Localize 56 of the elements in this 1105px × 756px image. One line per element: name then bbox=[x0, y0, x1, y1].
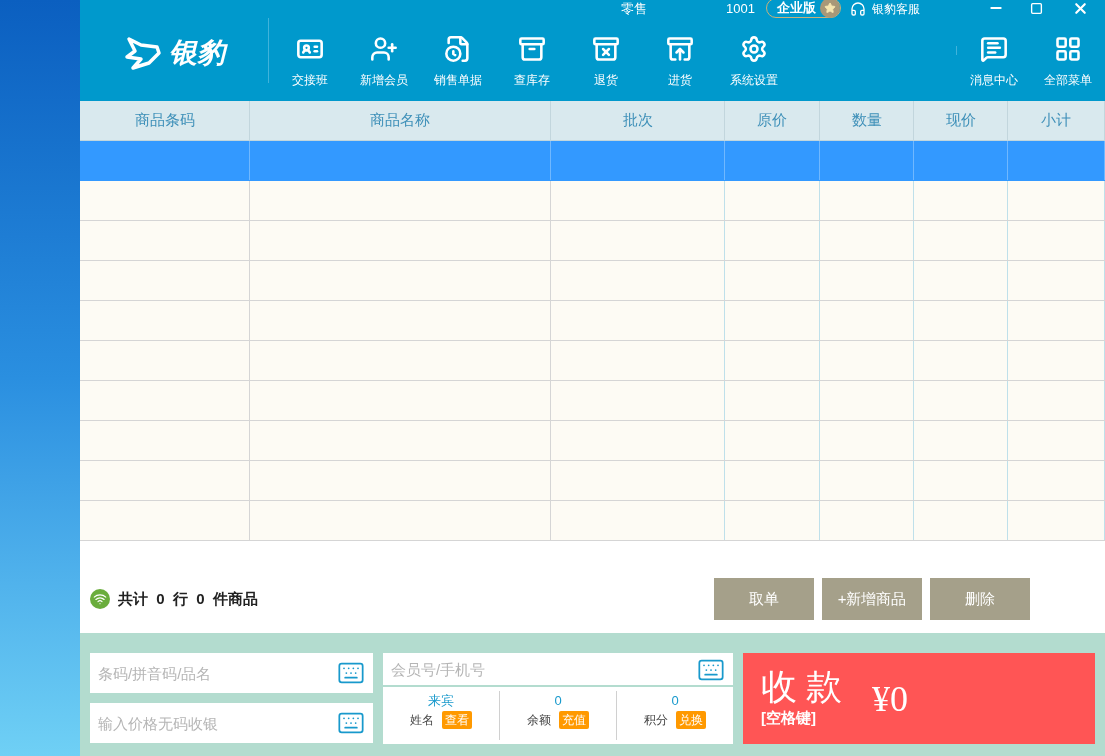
action-button[interactable]: +新增商品 bbox=[822, 578, 923, 620]
member-stat-label: 姓名 bbox=[410, 711, 434, 729]
table-row[interactable] bbox=[80, 141, 1105, 181]
table-row[interactable] bbox=[80, 341, 1105, 381]
document-clock-icon bbox=[444, 35, 472, 63]
column-header: 原价 bbox=[725, 101, 820, 140]
leopard-logo-icon bbox=[123, 34, 163, 71]
column-header: 批次 bbox=[551, 101, 725, 140]
item-count-summary: 共计 0 行 0 件商品 bbox=[118, 588, 259, 609]
column-header: 现价 bbox=[914, 101, 1008, 140]
member-stat-value: 0 bbox=[554, 692, 562, 710]
toolbar-button[interactable]: 销售单据 bbox=[421, 0, 495, 101]
add-user-icon bbox=[370, 35, 398, 63]
headset-icon[interactable] bbox=[850, 1, 866, 17]
member-stat-label: 余额 bbox=[527, 711, 551, 729]
toolbar-button[interactable]: 新增会员 bbox=[347, 0, 421, 101]
table-row[interactable] bbox=[80, 221, 1105, 261]
message-icon bbox=[980, 35, 1008, 63]
input-field[interactable]: 输入价格无码收银 bbox=[90, 703, 373, 743]
wifi-icon bbox=[90, 589, 110, 609]
mode-label: 零售 bbox=[621, 0, 647, 19]
member-action-button[interactable]: 查看 bbox=[442, 710, 472, 729]
toolbar-button[interactable]: 交接班 bbox=[273, 0, 347, 101]
column-header: 小计 bbox=[1008, 101, 1105, 140]
action-button[interactable]: 删除 bbox=[930, 578, 1031, 620]
table-row[interactable] bbox=[80, 421, 1105, 461]
column-header: 商品名称 bbox=[250, 101, 551, 140]
table-row[interactable] bbox=[80, 381, 1105, 421]
column-header: 商品条码 bbox=[80, 101, 250, 140]
grid-menu-icon bbox=[1054, 35, 1082, 63]
input-field[interactable]: 条码/拼音码/品名 bbox=[90, 653, 373, 693]
member-search-field[interactable]: 会员号/手机号 bbox=[383, 653, 733, 685]
member-stat-value: 0 bbox=[671, 692, 679, 710]
checkout-amount: ¥0 bbox=[872, 677, 908, 721]
close-icon[interactable] bbox=[1072, 0, 1089, 17]
user-id: 1001 bbox=[726, 0, 755, 19]
toolbar-button[interactable]: 消息中心 bbox=[957, 0, 1031, 101]
member-stat-value: 来宾 bbox=[428, 692, 454, 710]
table-row[interactable] bbox=[80, 301, 1105, 341]
table-row[interactable] bbox=[80, 461, 1105, 501]
box-icon bbox=[518, 35, 546, 63]
member-stat-label: 积分 bbox=[644, 711, 668, 729]
support-link[interactable]: 银豹客服 bbox=[872, 0, 920, 18]
checkout-shortcut-hint: [空格键] bbox=[761, 708, 816, 729]
checkout-title: 收 款 bbox=[761, 667, 842, 708]
maximize-icon[interactable] bbox=[1030, 2, 1043, 15]
table-row[interactable] bbox=[80, 181, 1105, 221]
settings-icon bbox=[740, 35, 768, 63]
table-row[interactable] bbox=[80, 501, 1105, 541]
column-header: 数量 bbox=[820, 101, 914, 140]
toolbar-button[interactable]: 查库存 bbox=[495, 0, 569, 101]
toolbar-button[interactable]: 全部菜单 bbox=[1031, 0, 1105, 101]
member-action-button[interactable]: 充值 bbox=[559, 710, 589, 729]
member-action-button[interactable]: 兑换 bbox=[676, 710, 706, 729]
action-button[interactable]: 取单 bbox=[714, 578, 815, 620]
table-row[interactable] bbox=[80, 261, 1105, 301]
